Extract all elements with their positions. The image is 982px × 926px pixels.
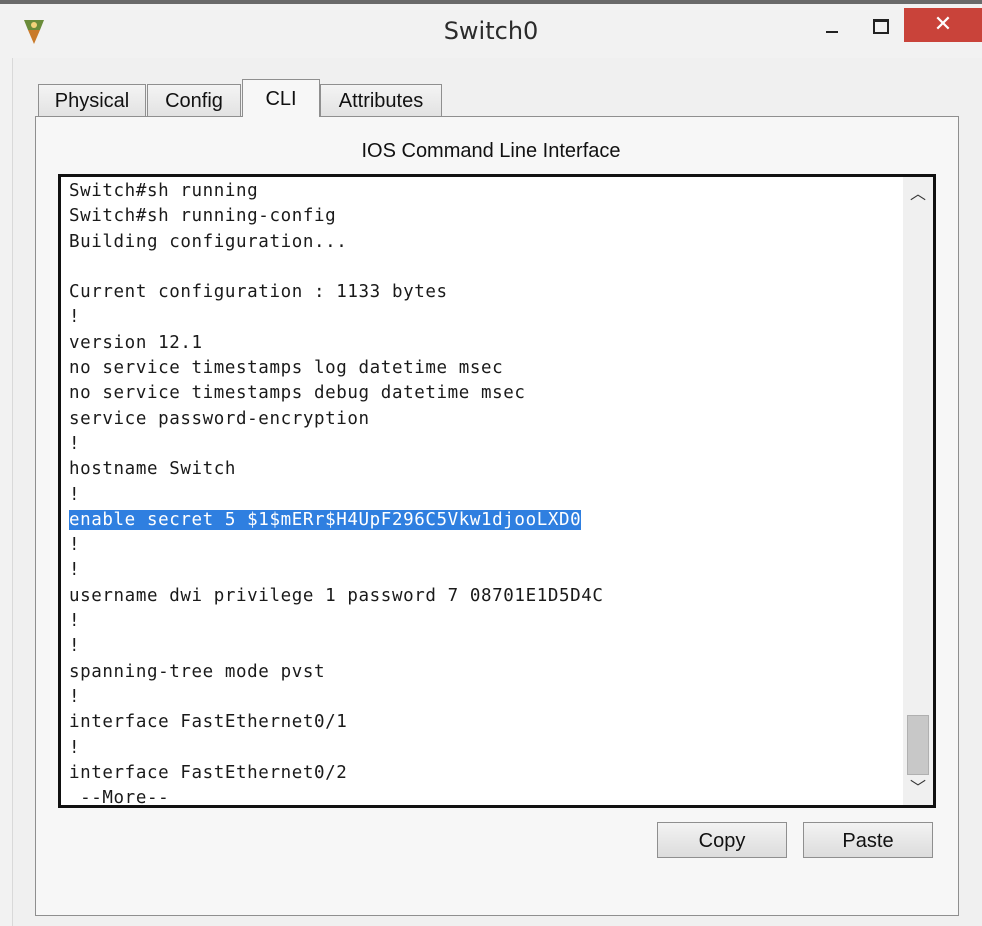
tab-cli[interactable]: CLI bbox=[242, 79, 320, 117]
tab-config[interactable]: Config bbox=[147, 84, 241, 116]
terminal-line-text: ! bbox=[69, 611, 81, 632]
terminal-line[interactable]: Current configuration : 1133 bytes bbox=[69, 280, 897, 305]
cli-terminal[interactable]: Switch#sh running Switch#sh running-confi… bbox=[58, 174, 936, 808]
terminal-line[interactable]: hostname Switch bbox=[69, 457, 897, 482]
terminal-line[interactable]: service password-encryption bbox=[69, 407, 897, 432]
terminal-line-text: ! bbox=[69, 535, 81, 556]
terminal-line[interactable]: version 12.1 bbox=[69, 331, 897, 356]
terminal-line[interactable]: ! bbox=[69, 685, 897, 710]
terminal-line[interactable]: interface FastEthernet0/1 bbox=[69, 710, 897, 735]
terminal-line[interactable]: --More-- bbox=[69, 786, 897, 808]
paste-button[interactable]: Paste bbox=[803, 822, 933, 858]
terminal-line-text: no service timestamps log datetime msec bbox=[69, 358, 504, 379]
terminal-scrollbar[interactable]: ︿ ﹀ bbox=[903, 177, 933, 805]
close-icon[interactable]: ✕ bbox=[904, 8, 982, 42]
cli-heading: IOS Command Line Interface bbox=[361, 140, 621, 162]
terminal-line-text: ! bbox=[69, 433, 81, 454]
terminal-line-text: no service timestamps debug datetime mse… bbox=[69, 383, 526, 404]
terminal-line[interactable]: ! bbox=[69, 558, 897, 583]
terminal-line[interactable]: ! bbox=[69, 483, 897, 508]
terminal-line[interactable]: no service timestamps log datetime msec bbox=[69, 356, 897, 381]
terminal-line[interactable]: ! bbox=[69, 533, 897, 558]
terminal-line-text: Building configuration... bbox=[69, 231, 348, 252]
terminal-line-text: version 12.1 bbox=[69, 332, 203, 353]
terminal-line-text: spanning-tree mode pvst bbox=[69, 661, 326, 682]
maximize-icon[interactable] bbox=[860, 8, 900, 42]
terminal-line-text: ! bbox=[69, 484, 81, 505]
terminal-line-text: ! bbox=[69, 686, 81, 707]
terminal-line-text: interface FastEthernet0/2 bbox=[69, 762, 348, 783]
terminal-line[interactable]: interface FastEthernet0/2 bbox=[69, 761, 897, 786]
terminal-line-text: enable secret 5 $1$mERr$H4UpF296C5Vkw1dj… bbox=[69, 509, 582, 530]
scroll-thumb[interactable] bbox=[907, 715, 929, 775]
scroll-down-icon[interactable]: ﹀ bbox=[903, 773, 933, 803]
terminal-line[interactable]: ! bbox=[69, 305, 897, 330]
terminal-line-text: ! bbox=[69, 307, 81, 328]
terminal-line[interactable]: Building configuration... bbox=[69, 230, 897, 255]
terminal-line[interactable]: username dwi privilege 1 password 7 0870… bbox=[69, 584, 897, 609]
terminal-line[interactable]: no service timestamps debug datetime mse… bbox=[69, 381, 897, 406]
terminal-line-text: Switch#sh running-config bbox=[69, 206, 337, 227]
terminal-line-text: interface FastEthernet0/1 bbox=[69, 712, 348, 733]
scroll-up-icon[interactable]: ︿ bbox=[903, 179, 933, 209]
tab-physical[interactable]: Physical bbox=[38, 84, 146, 116]
terminal-line-text: Current configuration : 1133 bytes bbox=[69, 282, 448, 303]
terminal-line-text: Switch#sh running bbox=[69, 181, 259, 201]
terminal-line[interactable]: Switch#sh running-config bbox=[69, 204, 897, 229]
terminal-line[interactable]: Switch#sh running bbox=[69, 179, 897, 204]
terminal-output[interactable]: Switch#sh running Switch#sh running-confi… bbox=[69, 179, 897, 808]
terminal-line[interactable]: ! bbox=[69, 736, 897, 761]
terminal-line[interactable]: spanning-tree mode pvst bbox=[69, 660, 897, 685]
copy-button[interactable]: Copy bbox=[657, 822, 787, 858]
minimize-icon[interactable] bbox=[812, 8, 852, 42]
terminal-line-text: username dwi privilege 1 password 7 0870… bbox=[69, 585, 604, 606]
terminal-line-text: service password-encryption bbox=[69, 408, 370, 429]
terminal-line[interactable]: ! bbox=[69, 609, 897, 634]
terminal-line-text: --More-- bbox=[69, 788, 170, 808]
terminal-line-selected[interactable]: enable secret 5 $1$mERr$H4UpF296C5Vkw1dj… bbox=[69, 508, 897, 533]
terminal-line-text: hostname Switch bbox=[69, 459, 237, 480]
title-bar: Switch0 ✕ bbox=[0, 0, 982, 58]
terminal-line-text: ! bbox=[69, 737, 81, 758]
terminal-line-text: ! bbox=[69, 636, 81, 657]
tab-attributes[interactable]: Attributes bbox=[320, 84, 442, 116]
terminal-line[interactable]: ! bbox=[69, 432, 897, 457]
terminal-line-text: ! bbox=[69, 560, 81, 581]
terminal-line[interactable]: ! bbox=[69, 634, 897, 659]
terminal-line[interactable] bbox=[69, 255, 897, 280]
